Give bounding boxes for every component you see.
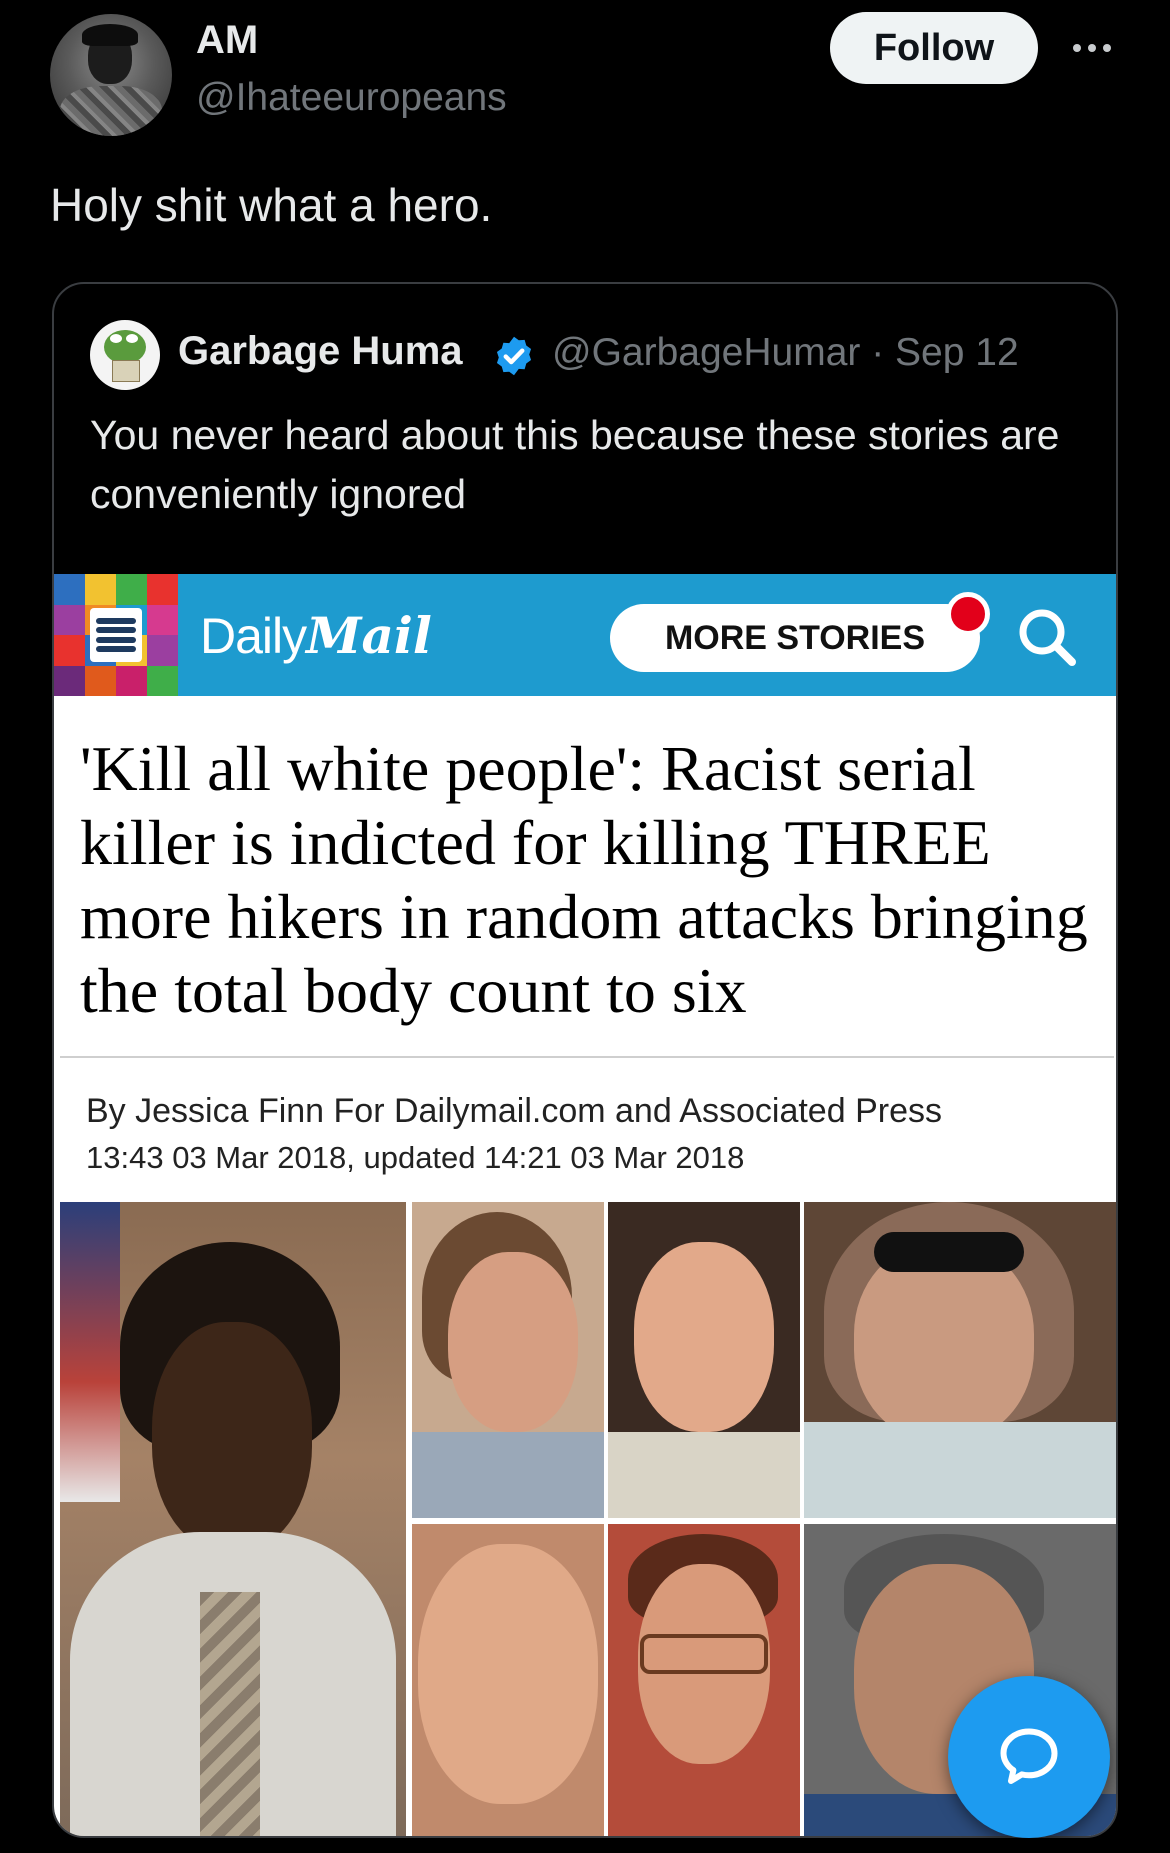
verified-badge-icon (496, 336, 532, 376)
more-options-icon[interactable] (1066, 28, 1118, 68)
quoted-author-avatar[interactable] (90, 320, 160, 390)
article-timestamp: 13:43 03 Mar 2018, updated 14:21 03 Mar … (86, 1140, 745, 1175)
chat-bubble-icon (1000, 1728, 1058, 1784)
victim-photo-4 (412, 1524, 604, 1836)
quoted-tweet-card[interactable]: Garbage Huma @GarbageHumar · Sep 12 You … (52, 282, 1118, 1838)
follow-button[interactable]: Follow (830, 12, 1038, 84)
author-display-name[interactable]: AM (196, 18, 258, 63)
dailymail-logo: DailyMail (200, 606, 432, 665)
article-screenshot: 'Kill all white people': Racist serial k… (54, 696, 1116, 1836)
victim-photo-3 (804, 1202, 1116, 1518)
victim-photo-5 (608, 1524, 800, 1836)
victim-photo-2 (608, 1202, 800, 1518)
article-byline: By Jessica Finn For Dailymail.com and As… (86, 1092, 942, 1130)
quoted-author-name[interactable]: Garbage Huma (178, 329, 482, 374)
victim-photo-1 (412, 1202, 604, 1518)
quoted-text: You never heard about this because these… (90, 412, 1060, 517)
author-handle[interactable]: @Ihateeuropeans (196, 76, 507, 120)
article-divider (60, 1056, 1114, 1058)
notification-dot (946, 592, 990, 636)
tweet-text: Holy shit what a hero. (50, 179, 493, 231)
reply-button[interactable] (948, 1676, 1110, 1838)
more-stories-button: MORE STORIES (610, 604, 980, 672)
article-headline: 'Kill all white people': Racist serial k… (80, 733, 1088, 1026)
hamburger-menu-icon (90, 608, 142, 662)
author-avatar[interactable] (50, 14, 172, 136)
search-icon (1019, 609, 1076, 666)
dailymail-header: DailyMail MORE STORIES (54, 574, 1116, 696)
suspect-photo (60, 1202, 406, 1836)
quoted-meta: @GarbageHumar · Sep 12 (552, 331, 1019, 374)
